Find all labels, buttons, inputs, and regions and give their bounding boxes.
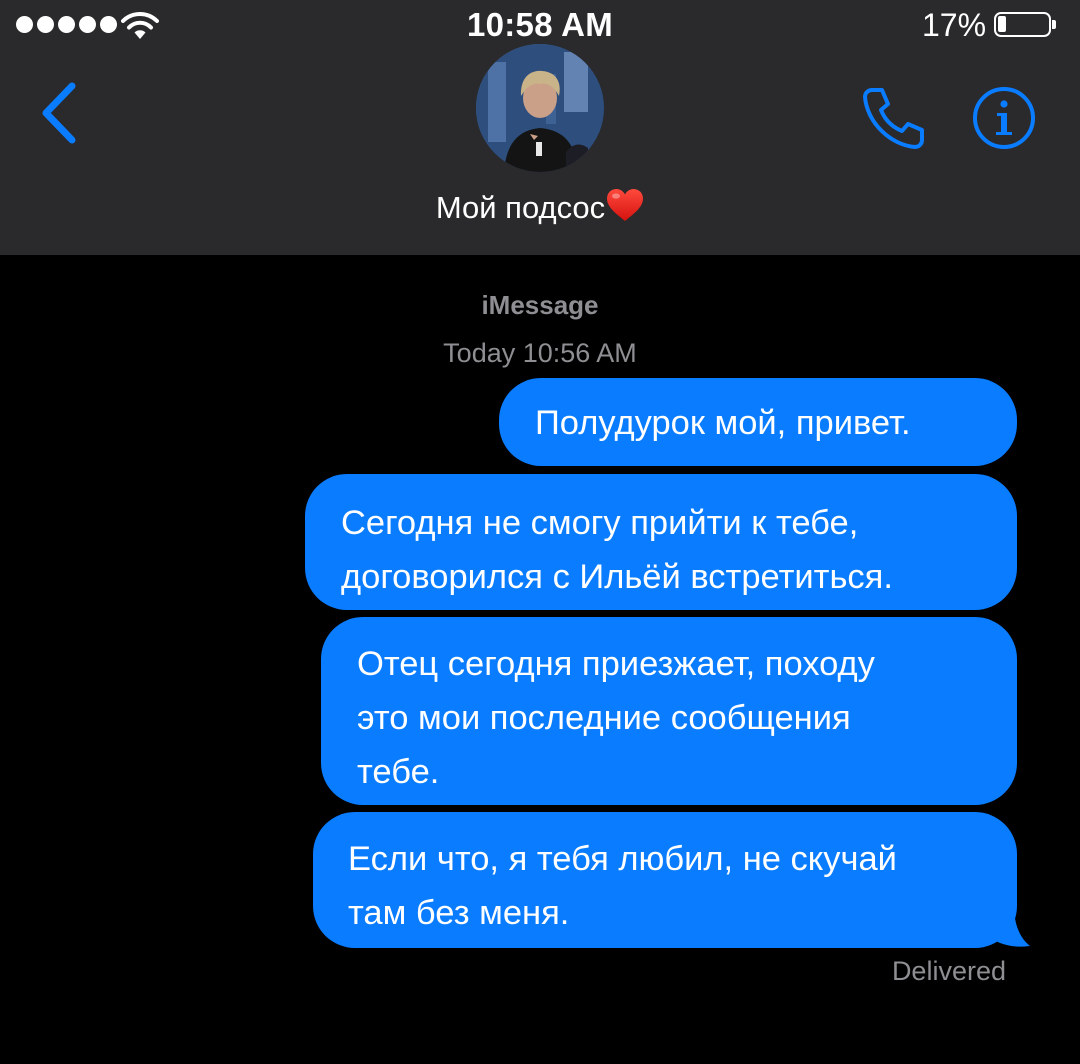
- phone-icon: [863, 88, 924, 149]
- messages-screen: 10:58 AM 17% Мой подсос iMessage Today 1…: [0, 0, 1080, 1064]
- sent-message-bubble[interactable]: Отец сегодня приезжает, походу это мои п…: [321, 617, 1017, 805]
- service-label: iMessage: [481, 290, 599, 320]
- back-button[interactable]: [36, 80, 88, 150]
- heart-emoji-icon: [607, 189, 644, 221]
- chevron-left-icon: [42, 82, 76, 144]
- bubble-tail: [980, 905, 1030, 947]
- info-icon: [973, 87, 1035, 149]
- battery-percentage: 17%: [922, 7, 987, 43]
- info-button[interactable]: [972, 86, 1036, 150]
- contact-name-button[interactable]: Мой подсос: [0, 188, 1080, 226]
- sent-message-bubble[interactable]: Сегодня не смогу прийти к тебе, договори…: [305, 474, 1017, 610]
- sent-message-bubble[interactable]: Если что, я тебя любил, не скучай там бе…: [313, 812, 1017, 948]
- delivery-status: Delivered: [891, 956, 1006, 986]
- contact-avatar[interactable]: [476, 44, 604, 172]
- sent-message-bubble[interactable]: Полудурок мой, привет.: [499, 378, 1017, 466]
- status-time: 10:58 AM: [466, 6, 614, 43]
- conversation-header: 10:58 AM 17% Мой подсос: [0, 0, 1080, 255]
- contact-name: Мой подсос: [435, 190, 606, 225]
- message-timestamp: Today 10:56 AM: [443, 338, 637, 368]
- avatar-photo: [476, 44, 604, 172]
- battery-level-fill: [998, 16, 1006, 32]
- battery-icon: [994, 12, 1056, 37]
- call-button[interactable]: [858, 84, 928, 154]
